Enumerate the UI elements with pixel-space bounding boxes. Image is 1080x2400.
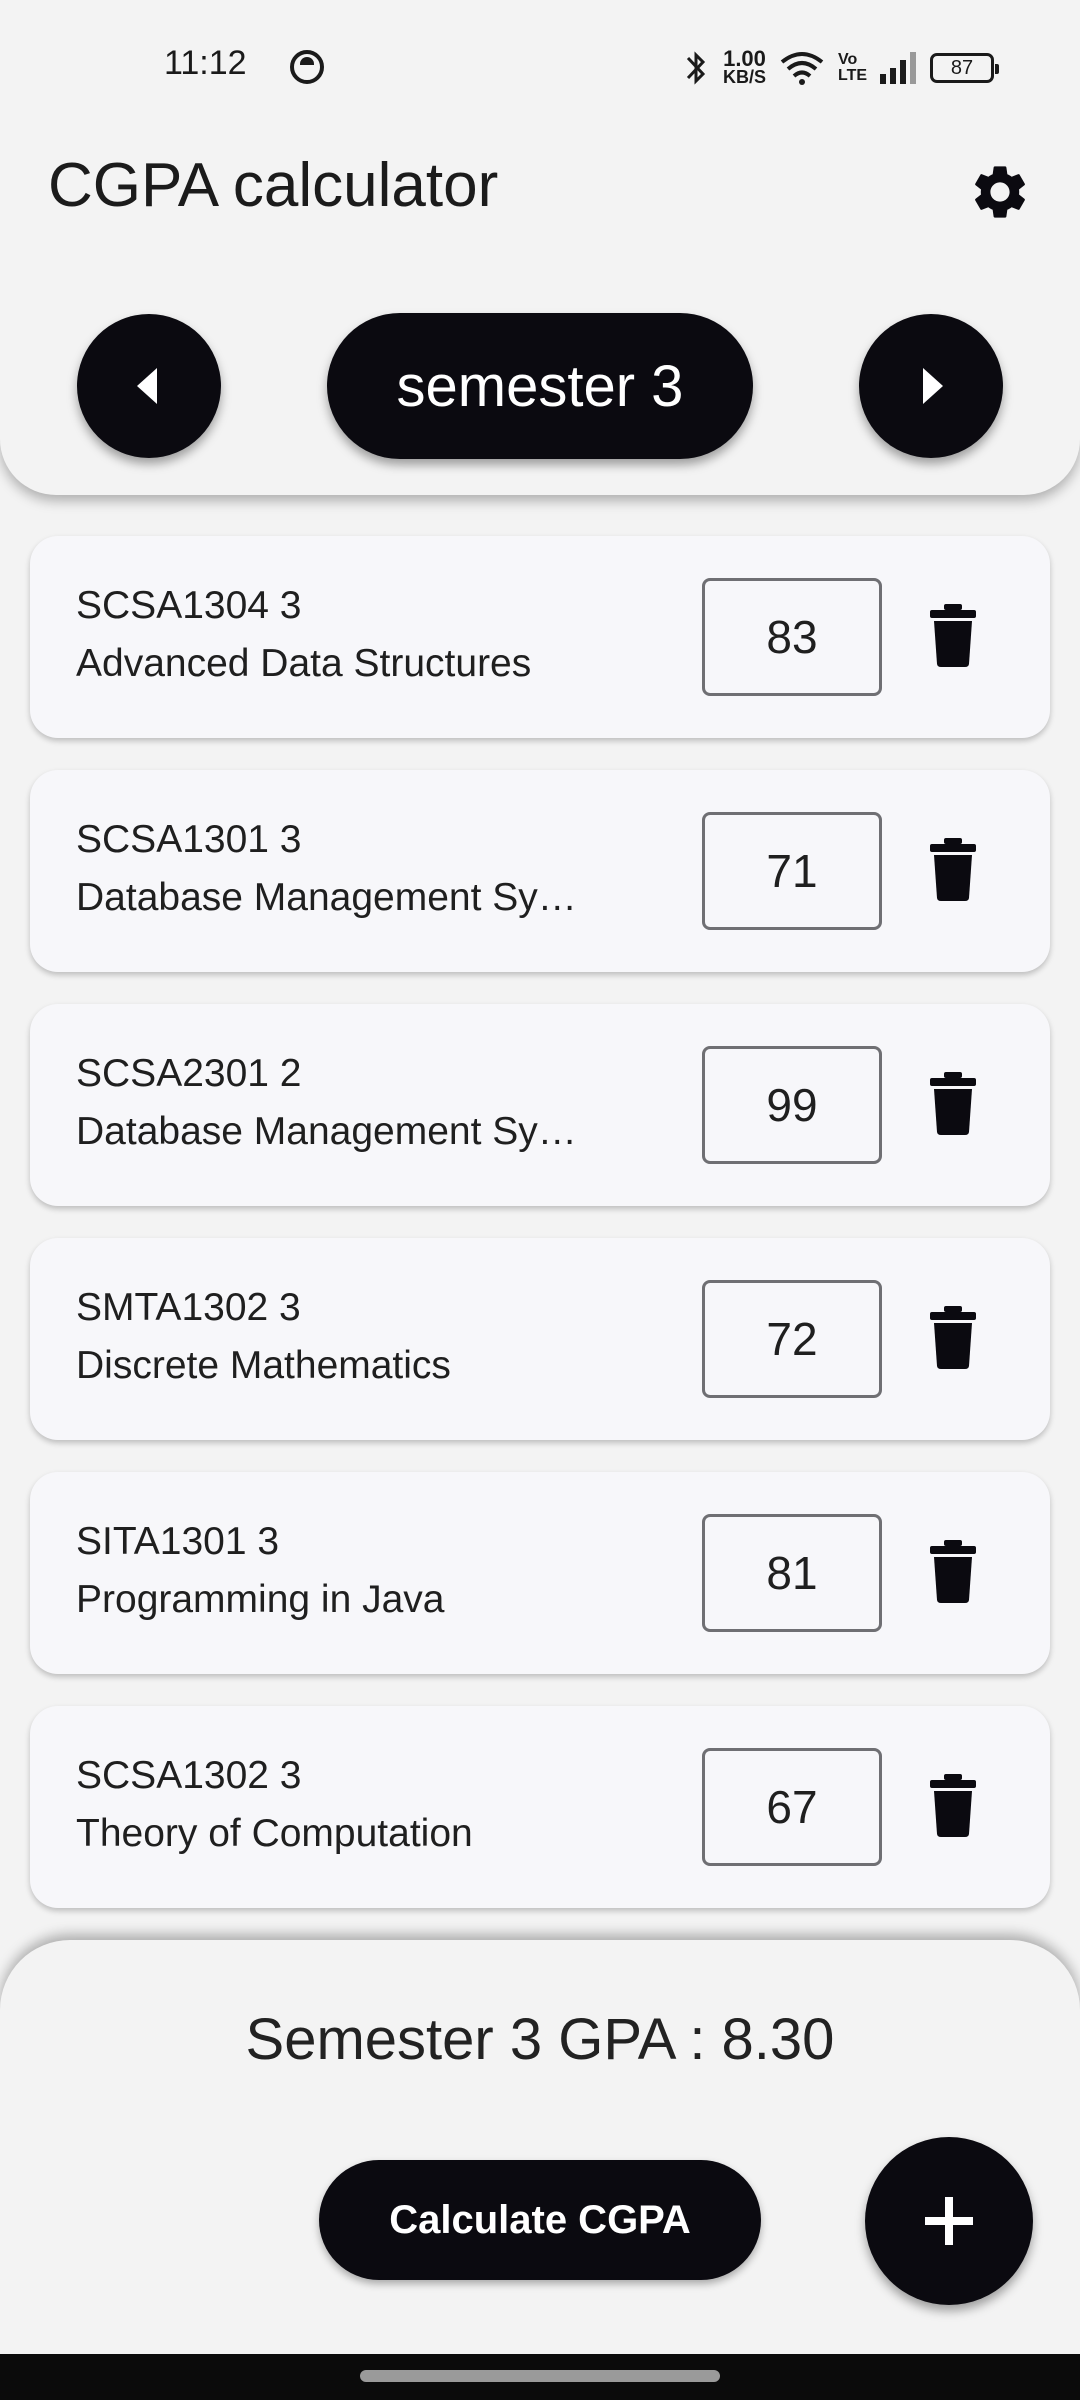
trash-icon [930, 1072, 976, 1135]
home-indicator[interactable] [360, 2370, 720, 2382]
volte-indicator: Vo LTE [838, 51, 868, 84]
delete-course-button[interactable] [928, 1772, 978, 1838]
trash-icon [930, 1540, 976, 1603]
network-speed-value: 1.00 [723, 46, 766, 71]
caret-left-icon [137, 368, 157, 404]
delete-course-button[interactable] [928, 836, 978, 902]
next-semester-button[interactable] [859, 314, 1003, 458]
semester-gpa-text: Semester 3 GPA : 8.30 [245, 2007, 835, 2072]
course-name: Programming in Java [76, 1578, 445, 1621]
course-code: SCSA1304 3 [76, 584, 302, 627]
caret-right-icon [923, 368, 943, 404]
course-name: Database Management Sy… [76, 1110, 577, 1153]
network-speed-unit: KB/S [722, 67, 766, 87]
marks-input[interactable] [702, 1046, 882, 1164]
course-list: SCSA1304 3 Advanced Data Structures SCSA… [30, 536, 1050, 1940]
marks-input[interactable] [702, 1748, 882, 1866]
status-bar: 11:12 1.00 KB/S Vo LTE 87 [0, 0, 1080, 136]
plus-icon [925, 2197, 973, 2245]
trash-icon [930, 1306, 976, 1369]
previous-semester-button[interactable] [77, 314, 221, 458]
notification-face-icon [290, 50, 324, 84]
battery-icon: 87 [930, 53, 999, 83]
delete-course-button[interactable] [928, 1070, 978, 1136]
delete-course-button[interactable] [928, 1304, 978, 1370]
course-code: SCSA1301 3 [76, 818, 302, 861]
course-name: Database Management Sy… [76, 876, 577, 919]
status-time: 11:12 [164, 44, 247, 82]
course-name: Advanced Data Structures [76, 642, 532, 685]
course-card: SCSA1301 3 Database Management Sy… [30, 770, 1050, 972]
trash-icon [930, 604, 976, 667]
network-speed: 1.00 KB/S [722, 46, 766, 87]
course-code: SCSA2301 2 [76, 1052, 302, 1095]
bluetooth-icon [686, 51, 706, 85]
trash-icon [930, 1774, 976, 1837]
add-course-button[interactable] [865, 2137, 1033, 2305]
course-card: SCSA2301 2 Database Management Sy… [30, 1004, 1050, 1206]
trash-icon [930, 838, 976, 901]
gear-icon [975, 166, 1025, 218]
marks-input[interactable] [702, 1514, 882, 1632]
marks-input[interactable] [702, 578, 882, 696]
marks-input[interactable] [702, 812, 882, 930]
course-card: SMTA1302 3 Discrete Mathematics [30, 1238, 1050, 1440]
course-code: SCSA1302 3 [76, 1754, 302, 1797]
delete-course-button[interactable] [928, 1538, 978, 1604]
course-code: SMTA1302 3 [76, 1286, 301, 1329]
course-card: SITA1301 3 Programming in Java [30, 1472, 1050, 1674]
wifi-icon [780, 52, 824, 85]
status-icons: 1.00 KB/S Vo LTE 87 [683, 44, 999, 92]
settings-button[interactable] [968, 160, 1032, 224]
course-name: Theory of Computation [76, 1812, 473, 1855]
course-card: SCSA1304 3 Advanced Data Structures [30, 536, 1050, 738]
page-title: CGPA calculator [48, 151, 499, 220]
delete-course-button[interactable] [928, 602, 978, 668]
semester-selector[interactable]: semester 3 [327, 313, 753, 459]
course-code: SITA1301 3 [76, 1520, 280, 1563]
calculate-cgpa-button[interactable]: Calculate CGPA [319, 2160, 761, 2280]
course-card: SCSA1302 3 Theory of Computation [30, 1706, 1050, 1908]
course-name: Discrete Mathematics [76, 1344, 451, 1387]
marks-input[interactable] [702, 1280, 882, 1398]
signal-icon [880, 52, 916, 84]
